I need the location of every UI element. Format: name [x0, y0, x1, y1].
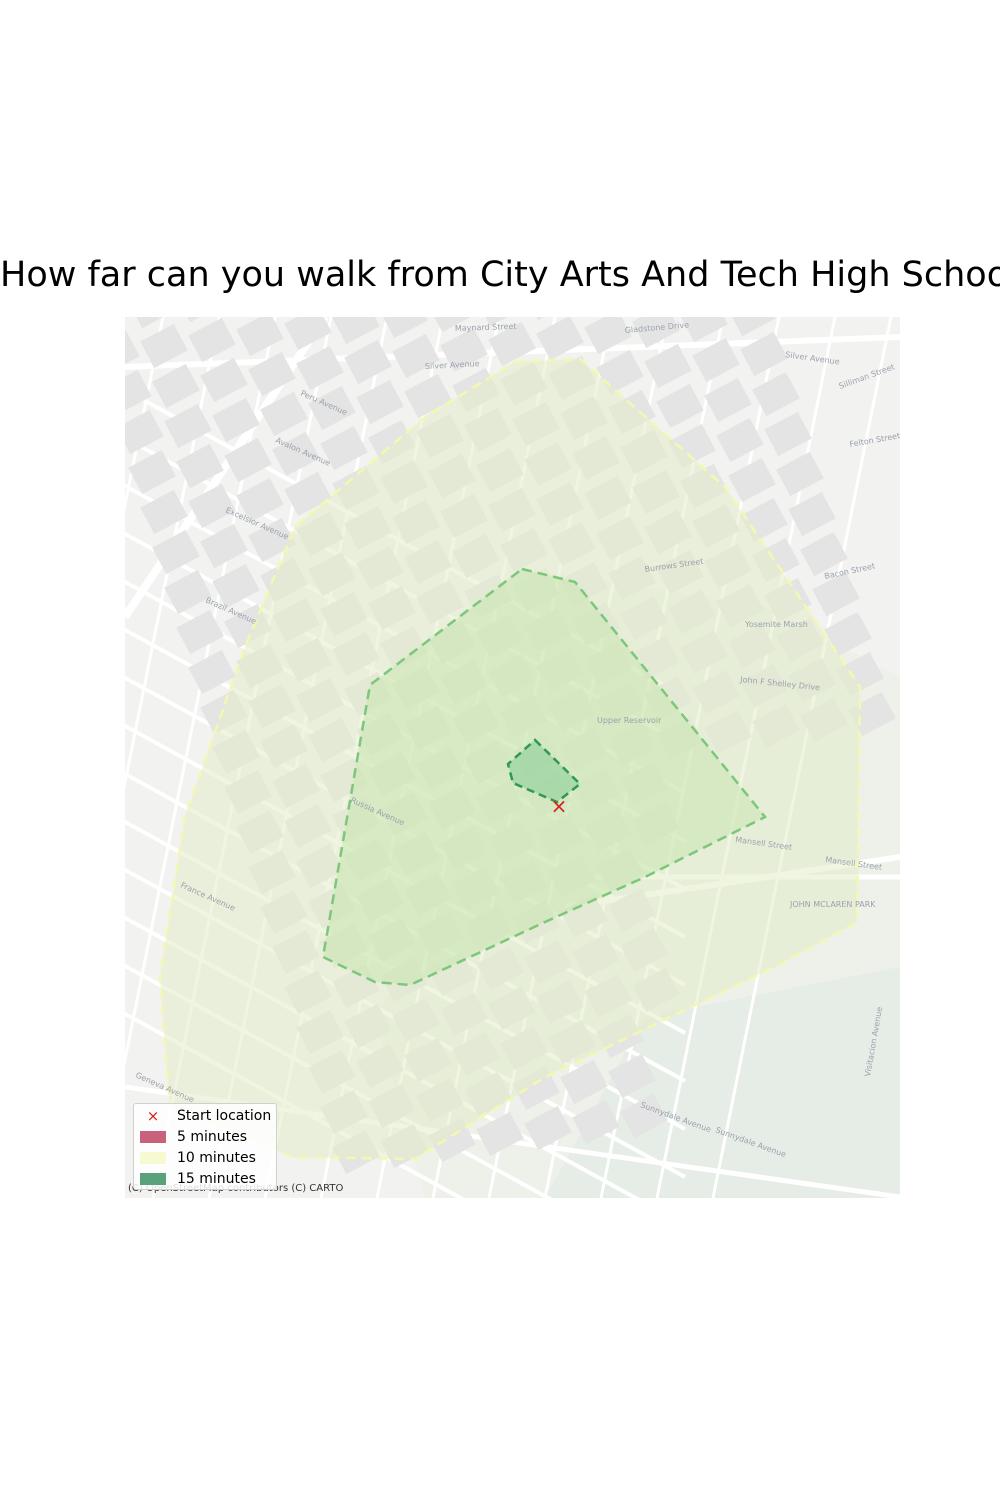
city-block [644, 343, 692, 389]
start-location-marker: × [551, 794, 568, 818]
city-block [164, 403, 212, 449]
legend-swatch-icon [140, 1152, 166, 1164]
city-block [128, 317, 176, 329]
city-block [380, 317, 428, 339]
start-marker-icon: × [146, 1106, 160, 1125]
city-block [356, 379, 404, 425]
street-label: JOHN MCLAREN PARK [789, 900, 876, 909]
city-block [224, 437, 272, 483]
city-block [188, 317, 236, 363]
city-block [740, 331, 788, 377]
legend-item-15-minutes: 15 minutes [140, 1169, 256, 1189]
street-label: Silver Avenue [785, 350, 841, 367]
street-label: Silver Avenue [425, 359, 480, 371]
street-label: Felton Street [849, 431, 900, 449]
city-block [125, 369, 152, 415]
city-block [152, 363, 200, 409]
city-block [704, 377, 752, 423]
legend-item-10-minutes: 10 minutes [140, 1148, 256, 1168]
city-block [332, 317, 380, 345]
city-block [788, 491, 836, 537]
legend-item-5-minutes: 5 minutes [140, 1127, 247, 1147]
city-block [728, 457, 776, 503]
city-block [728, 317, 776, 337]
basemap: × Silver AvenueMaynard Street Gladstone D… [125, 317, 900, 1198]
legend-label: 5 minutes [177, 1129, 248, 1145]
legend-swatch-icon [140, 1173, 166, 1185]
legend-label: 15 minutes [177, 1171, 256, 1187]
city-block [176, 609, 224, 655]
map-canvas[interactable]: × Silver Avenue Maynard Street Gladstone D… [125, 317, 900, 1198]
street-label: Silliman Street [838, 362, 896, 390]
legend-label: Start location [177, 1108, 272, 1124]
map-title: How far can you walk from City Arts And … [0, 255, 1000, 295]
legend-item-start: × Start location [140, 1106, 272, 1126]
city-block [212, 397, 260, 443]
city-block [344, 339, 392, 385]
city-block [764, 411, 812, 457]
city-block [656, 383, 704, 429]
street-label: Upper Reservoir [597, 716, 662, 725]
legend: × Start location 5 minutes 10 minutes 15… [133, 1103, 277, 1190]
city-block [140, 323, 188, 369]
legend-label: 10 minutes [177, 1150, 256, 1166]
city-block [776, 451, 824, 497]
city-block [236, 317, 284, 357]
street-label: Yosemite Marsh [744, 620, 808, 629]
legend-swatch-icon [140, 1131, 166, 1143]
